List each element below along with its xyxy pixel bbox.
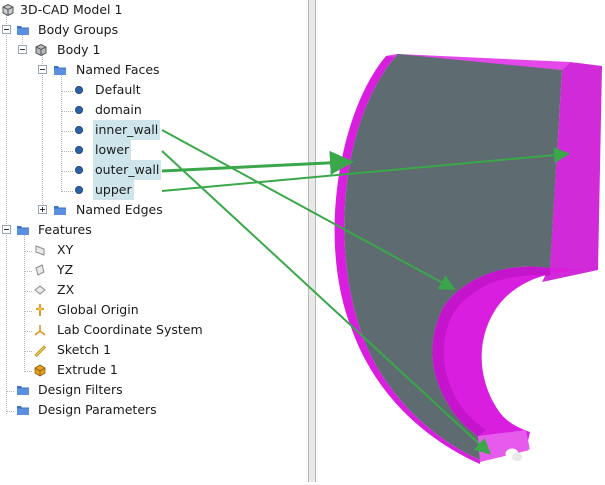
origin-icon (36, 304, 44, 316)
tree-item-feature-lab-coordinate-system[interactable]: Lab Coordinate System (0, 320, 300, 340)
collapse-toggle-icon[interactable] (18, 45, 27, 54)
face-dot-icon (75, 166, 83, 174)
tree-item-label: 3D-CAD Model 1 (20, 2, 123, 17)
collapse-toggle-icon[interactable] (2, 25, 11, 34)
wechat-icon (505, 448, 522, 462)
face-dot-icon (75, 146, 83, 154)
tree-item-label: Global Origin (57, 302, 139, 317)
tree-item-feature-extrude-1[interactable]: Extrude 1 (0, 360, 300, 380)
tree-item-label: domain (95, 102, 142, 117)
tree-item-label: Default (95, 82, 141, 97)
tree-item-face-lower[interactable]: lower (0, 140, 300, 160)
cad-model-icon (2, 3, 14, 17)
collapse-toggle-icon[interactable] (38, 65, 47, 74)
folder-icon (17, 386, 29, 395)
face-dot-icon (75, 186, 83, 194)
watermark-text: CFD之道 (527, 447, 580, 462)
tree-item-label: YZ (57, 262, 74, 277)
tree-item-body-groups[interactable]: Body Groups (0, 20, 300, 40)
tree-item-face-domain[interactable]: domain (0, 100, 300, 120)
extrude-icon (34, 364, 46, 377)
tree-item-label: XY (57, 242, 74, 257)
tree-item-label: Named Edges (76, 202, 163, 217)
tree-item-label: Body 1 (57, 42, 101, 57)
tree-item-design-filters[interactable]: Design Filters (0, 380, 300, 400)
tree-item-label: Body Groups (38, 22, 119, 37)
tree-item-label: inner_wall (93, 120, 161, 140)
tree-item-body-1[interactable]: Body 1 (0, 40, 300, 60)
coordinate-system-icon (34, 325, 46, 336)
3d-viewport[interactable] (316, 0, 605, 482)
tree-item-feature-sketch-1[interactable]: Sketch 1 (0, 340, 300, 360)
tree-item-face-default[interactable]: Default (0, 80, 300, 100)
pencil-icon (34, 345, 47, 357)
folder-icon (54, 66, 66, 75)
tree-item-design-parameters[interactable]: Design Parameters (0, 400, 300, 420)
plane-icon (34, 285, 46, 295)
plane-icon (35, 245, 45, 256)
folder-icon (54, 206, 66, 215)
model-tree-panel: 3D-CAD Model 1 Body Groups Body 1 Named … (0, 0, 308, 482)
tree-item-named-edges[interactable]: Named Edges (0, 200, 300, 220)
tree-item-label: Sketch 1 (57, 342, 112, 357)
tree-item-face-outer-wall[interactable]: outer_wall (0, 160, 300, 180)
tree-item-feature-global-origin[interactable]: Global Origin (0, 300, 300, 320)
folder-icon (17, 226, 29, 235)
face-dot-icon (75, 126, 83, 134)
folder-icon (17, 406, 29, 415)
tree-item-feature-yz[interactable]: YZ (0, 260, 300, 280)
tree-item-label: Lab Coordinate System (57, 322, 203, 337)
tree-item-label: Design Parameters (38, 402, 157, 417)
face-dot-icon (75, 106, 83, 114)
tree-item-label: Features (38, 222, 92, 237)
tree-item-named-faces[interactable]: Named Faces (0, 60, 300, 80)
panel-splitter[interactable] (308, 0, 316, 482)
collapse-toggle-icon[interactable] (2, 225, 11, 234)
tree-item-label: Design Filters (38, 382, 123, 397)
tree-item-label: lower (93, 140, 132, 160)
tree-item-face-upper[interactable]: upper (0, 180, 300, 200)
tree-item-face-inner-wall[interactable]: inner_wall (0, 120, 300, 140)
plane-icon (35, 264, 45, 276)
tree-item-3d-cad-model[interactable]: 3D-CAD Model 1 (0, 0, 300, 20)
tree-item-label: Named Faces (76, 62, 160, 77)
tree-item-label: outer_wall (93, 160, 162, 180)
body-icon (35, 43, 47, 57)
face-dot-icon (75, 86, 83, 94)
tree-item-feature-xy[interactable]: XY (0, 240, 300, 260)
tree-item-label: ZX (57, 282, 75, 297)
tree-item-feature-zx[interactable]: ZX (0, 280, 300, 300)
expand-toggle-icon[interactable] (38, 205, 47, 214)
cad-model-render (334, 54, 602, 464)
tree-item-label: upper (93, 180, 134, 200)
tree-item-features[interactable]: Features (0, 220, 300, 240)
tree-item-label: Extrude 1 (57, 362, 118, 377)
folder-icon (17, 26, 29, 35)
